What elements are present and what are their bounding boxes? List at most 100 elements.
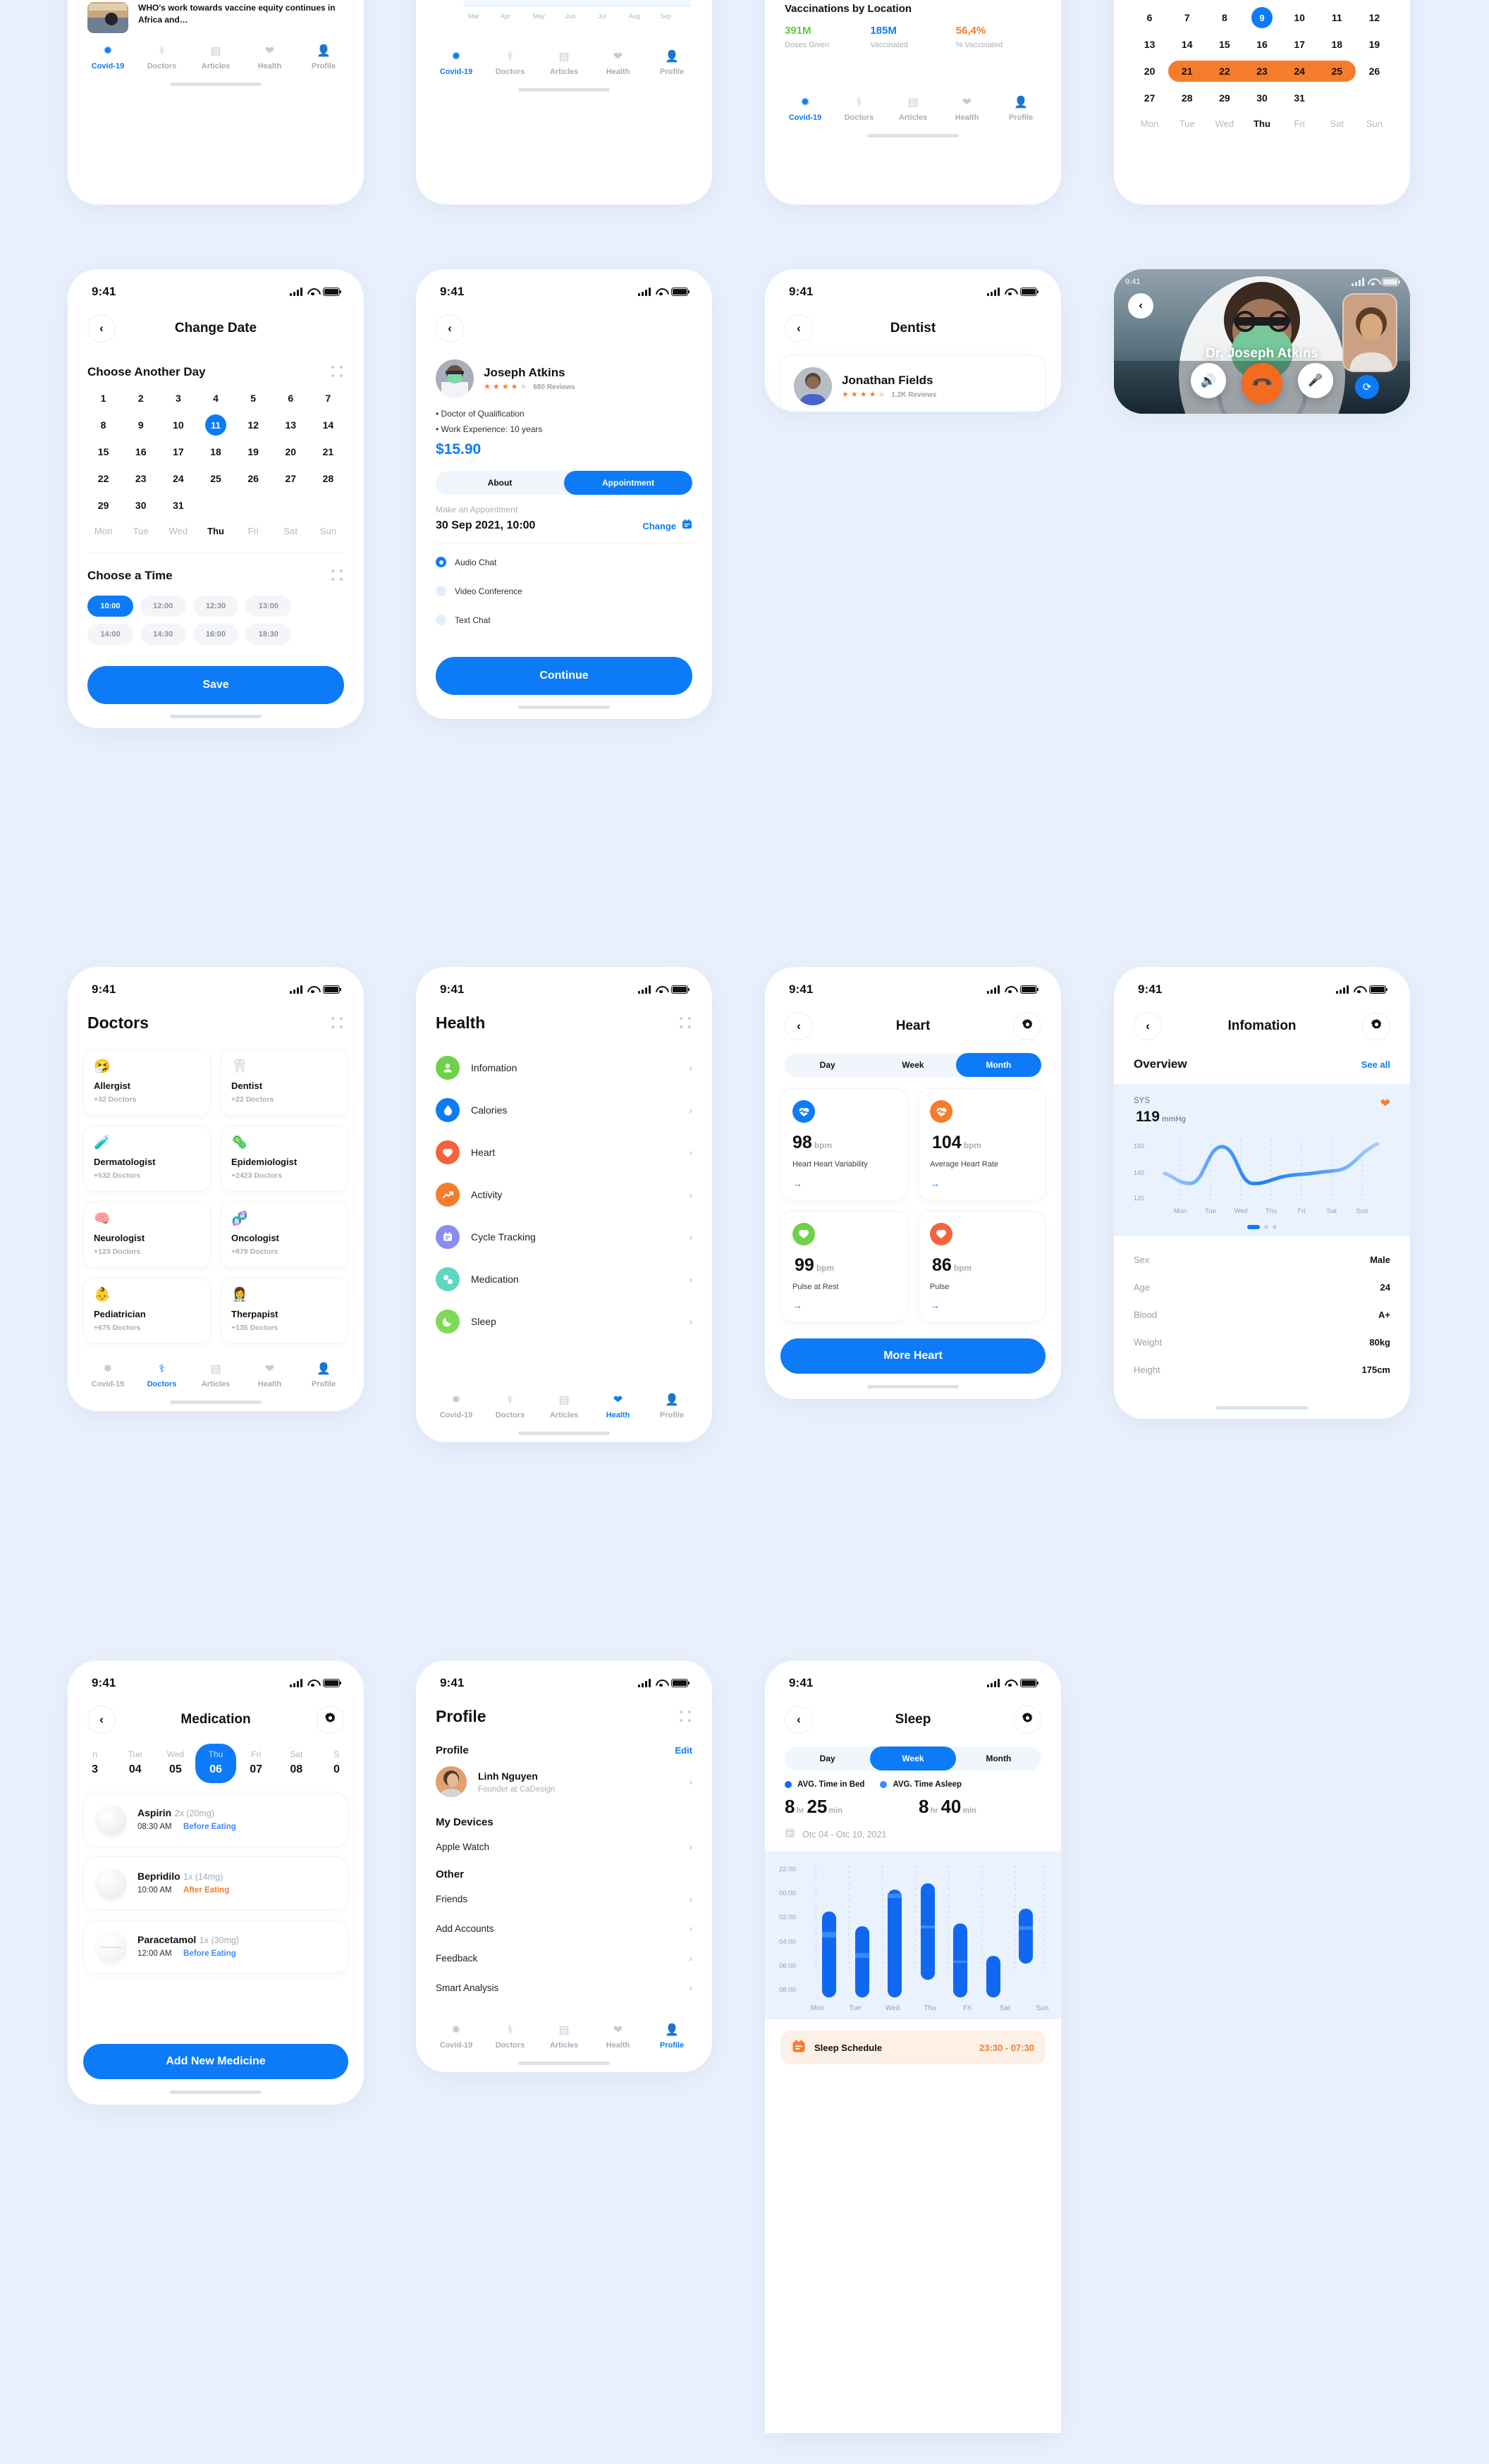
- calendar-day[interactable]: 1: [85, 385, 122, 412]
- calendar-day[interactable]: 15: [1206, 31, 1243, 58]
- tab-doctors[interactable]: ⚕ Doctors: [489, 49, 532, 77]
- calendar-day[interactable]: 16: [122, 438, 159, 465]
- doctor-card[interactable]: Jonathan Fields ★ ★ ★ ★ ★ 1.2K Reviews •…: [780, 355, 1046, 412]
- tab-doctors[interactable]: ⚕ Doctors: [489, 2022, 532, 2050]
- tab-doctors[interactable]: ⚕ Doctors: [140, 1361, 184, 1389]
- time-chip[interactable]: 16:00: [192, 624, 239, 645]
- tab-doctors[interactable]: ⚕ Doctors: [838, 94, 881, 123]
- back-button[interactable]: ‹: [436, 314, 464, 343]
- tab-articles[interactable]: ▤ Articles: [542, 2022, 586, 2050]
- calendar-day[interactable]: 18: [197, 438, 234, 465]
- calendar-day[interactable]: 17: [159, 438, 197, 465]
- calendar-day[interactable]: 9: [122, 412, 159, 438]
- calendar-day[interactable]: 28: [310, 465, 347, 492]
- calendar-day[interactable]: 14: [1168, 31, 1206, 58]
- grid-dots-icon[interactable]: [331, 366, 344, 378]
- calendar-day[interactable]: 27: [272, 465, 310, 492]
- tab-profile[interactable]: 👤 Profile: [650, 2022, 694, 2050]
- continue-button[interactable]: Continue: [436, 657, 692, 695]
- device-row-apple-watch[interactable]: Apple Watch ›: [416, 1828, 712, 1861]
- arrow-right-icon[interactable]: →: [792, 1178, 896, 1189]
- calendar-day[interactable]: [1356, 85, 1393, 111]
- calendar-day[interactable]: 29: [85, 492, 122, 519]
- time-chip[interactable]: 18:30: [245, 624, 292, 645]
- time-chip[interactable]: 13:00: [245, 596, 292, 617]
- settings-button[interactable]: [1013, 1706, 1041, 1734]
- calendar-day[interactable]: 25: [1318, 58, 1356, 85]
- calendar-day[interactable]: 22: [85, 465, 122, 492]
- other-row-feedback[interactable]: Feedback ›: [416, 1943, 712, 1973]
- tab-covid-19[interactable]: ✹ Covid-19: [434, 49, 478, 77]
- health-item-activity[interactable]: Activity ›: [416, 1174, 712, 1216]
- pager-dot[interactable]: [1273, 1225, 1277, 1229]
- see-all-link[interactable]: See all: [1361, 1059, 1390, 1070]
- tab-health[interactable]: ❤ Health: [596, 1392, 640, 1420]
- tab-appointment[interactable]: Appointment: [564, 471, 692, 495]
- back-button[interactable]: ‹: [1128, 293, 1153, 319]
- calendar-day[interactable]: 7: [310, 385, 347, 412]
- sleep-bar-sat[interactable]: [986, 1956, 1000, 1997]
- specialty-card-epidemiologist[interactable]: 🦠 Epidemiologist +2423 Doctors: [221, 1126, 348, 1192]
- calendar-day[interactable]: 4: [197, 385, 234, 412]
- calendar-day[interactable]: 23: [1243, 58, 1280, 85]
- calendar-day[interactable]: 22: [1206, 58, 1243, 85]
- calendar-day[interactable]: 24: [1281, 58, 1318, 85]
- calendar-day[interactable]: 6: [272, 385, 310, 412]
- calendar-day[interactable]: 8: [1206, 4, 1243, 31]
- calendar-day[interactable]: 2: [122, 385, 159, 412]
- back-button[interactable]: ‹: [785, 1706, 813, 1734]
- specialty-card-pediatrician[interactable]: 👶 Pediatrician +675 Doctors: [83, 1278, 211, 1344]
- metric-card-avg-hr[interactable]: 104 bpm Average Heart Rate →: [918, 1088, 1046, 1201]
- edit-link[interactable]: Edit: [675, 1745, 692, 1756]
- back-button[interactable]: ‹: [785, 1012, 813, 1040]
- calendar-day[interactable]: 16: [1243, 31, 1280, 58]
- calendar-day[interactable]: 21: [310, 438, 347, 465]
- mic-button[interactable]: 🎤: [1298, 363, 1333, 398]
- change-date-button[interactable]: Change: [642, 519, 692, 533]
- metric-card-pulse[interactable]: 86 bpm Pulse →: [918, 1210, 1046, 1323]
- grid-dots-icon[interactable]: [331, 1016, 344, 1030]
- calendar-day[interactable]: 8: [85, 412, 122, 438]
- calendar-day[interactable]: 14: [310, 412, 347, 438]
- tab-articles[interactable]: ▤ Articles: [542, 49, 586, 77]
- calendar-day[interactable]: 19: [235, 438, 272, 465]
- back-button[interactable]: ‹: [87, 1706, 116, 1734]
- sleep-bar-mon[interactable]: [822, 1911, 837, 1997]
- add-medicine-button[interactable]: Add New Medicine: [83, 2044, 348, 2079]
- calendar-day[interactable]: 20: [272, 438, 310, 465]
- grid-dots-icon[interactable]: [680, 1710, 692, 1723]
- grid-dots-icon[interactable]: [680, 1016, 692, 1030]
- specialty-card-therapist[interactable]: 👩‍⚕️ Therpapist +135 Doctors: [221, 1278, 348, 1344]
- tab-about[interactable]: About: [436, 471, 564, 495]
- medication-card-paracetamol[interactable]: Paracetamol 1x (30mg) 12:00 AM Before Ea…: [83, 1920, 348, 1973]
- tab-covid-19[interactable]: ✹ Covid-19: [434, 1392, 478, 1420]
- segment-day[interactable]: Day: [785, 1053, 870, 1077]
- segment-week[interactable]: Week: [870, 1747, 956, 1770]
- tab-covid-19[interactable]: ✹ Covid-19: [434, 2022, 478, 2050]
- calendar-day[interactable]: 31: [159, 492, 197, 519]
- calendar-day[interactable]: 23: [122, 465, 159, 492]
- sleep-bar-thu[interactable]: [920, 1883, 935, 1980]
- calendar-day[interactable]: 13: [1131, 31, 1168, 58]
- health-item-heart[interactable]: Heart ›: [416, 1131, 712, 1174]
- tab-articles[interactable]: ▤ Articles: [542, 1392, 586, 1420]
- calendar-day[interactable]: 17: [1281, 31, 1318, 58]
- calendar-day[interactable]: [310, 492, 347, 519]
- sleep-bar-sun[interactable]: [1019, 1909, 1034, 1964]
- day-cell[interactable]: Sat 08: [276, 1744, 317, 1783]
- calendar-day[interactable]: 25: [197, 465, 234, 492]
- day-cell-selected[interactable]: Thu 06: [195, 1744, 236, 1783]
- calendar-day[interactable]: 15: [85, 438, 122, 465]
- specialty-card-oncologist[interactable]: 🧬 Oncologist +879 Doctors: [221, 1202, 348, 1268]
- calendar-day[interactable]: [197, 492, 234, 519]
- calendar-day[interactable]: 24: [159, 465, 197, 492]
- more-heart-button[interactable]: More Heart: [780, 1338, 1046, 1374]
- calendar-day[interactable]: 30: [122, 492, 159, 519]
- time-chip[interactable]: 14:30: [140, 624, 186, 645]
- calendar-day[interactable]: 28: [1168, 85, 1206, 111]
- sleep-schedule-card[interactable]: Sleep Schedule 23:30 - 07:30: [780, 2031, 1046, 2064]
- calendar-day[interactable]: 19: [1356, 31, 1393, 58]
- segment-day[interactable]: Day: [785, 1747, 870, 1770]
- tab-health[interactable]: ❤ Health: [248, 1361, 292, 1389]
- calendar-day[interactable]: 31: [1281, 85, 1318, 111]
